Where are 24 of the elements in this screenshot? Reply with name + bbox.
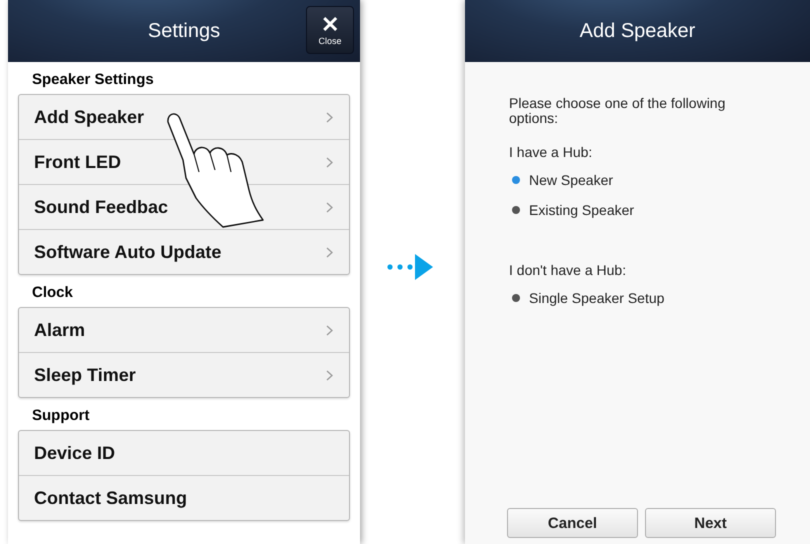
arrow-icon (386, 253, 434, 281)
menu-item[interactable]: Software Auto Update (19, 229, 349, 274)
menu-item[interactable]: Sleep Timer (19, 352, 349, 397)
menu-item[interactable]: Contact Samsung (19, 475, 349, 520)
group-heading: I don't have a Hub: (509, 262, 628, 278)
close-button[interactable]: ✕ Close (306, 6, 354, 54)
instruction-text: Please choose one of the following options: (509, 96, 726, 126)
option-label[interactable]: Single Speaker Setup (529, 290, 664, 306)
radio-button[interactable] (512, 176, 520, 184)
menu-item[interactable]: Add Speaker (19, 95, 349, 139)
menu-item[interactable]: Alarm (19, 308, 349, 352)
screen-title: Add Speaker (580, 20, 696, 42)
option-label[interactable]: New Speaker (529, 172, 614, 188)
radio-button[interactable] (512, 206, 520, 214)
option-label[interactable]: Existing Speaker (529, 202, 634, 218)
section-heading: Clock (31, 283, 74, 303)
next-button[interactable]: Next (645, 508, 776, 538)
section-heading: Support (31, 406, 90, 426)
menu-item[interactable]: Device ID (19, 431, 349, 475)
screen-title: Settings (148, 20, 220, 42)
cancel-button[interactable]: Cancel (507, 508, 638, 538)
section-heading: Speaker Settings (31, 70, 155, 90)
radio-button[interactable] (512, 294, 520, 302)
group-heading: I have a Hub: (509, 144, 594, 160)
